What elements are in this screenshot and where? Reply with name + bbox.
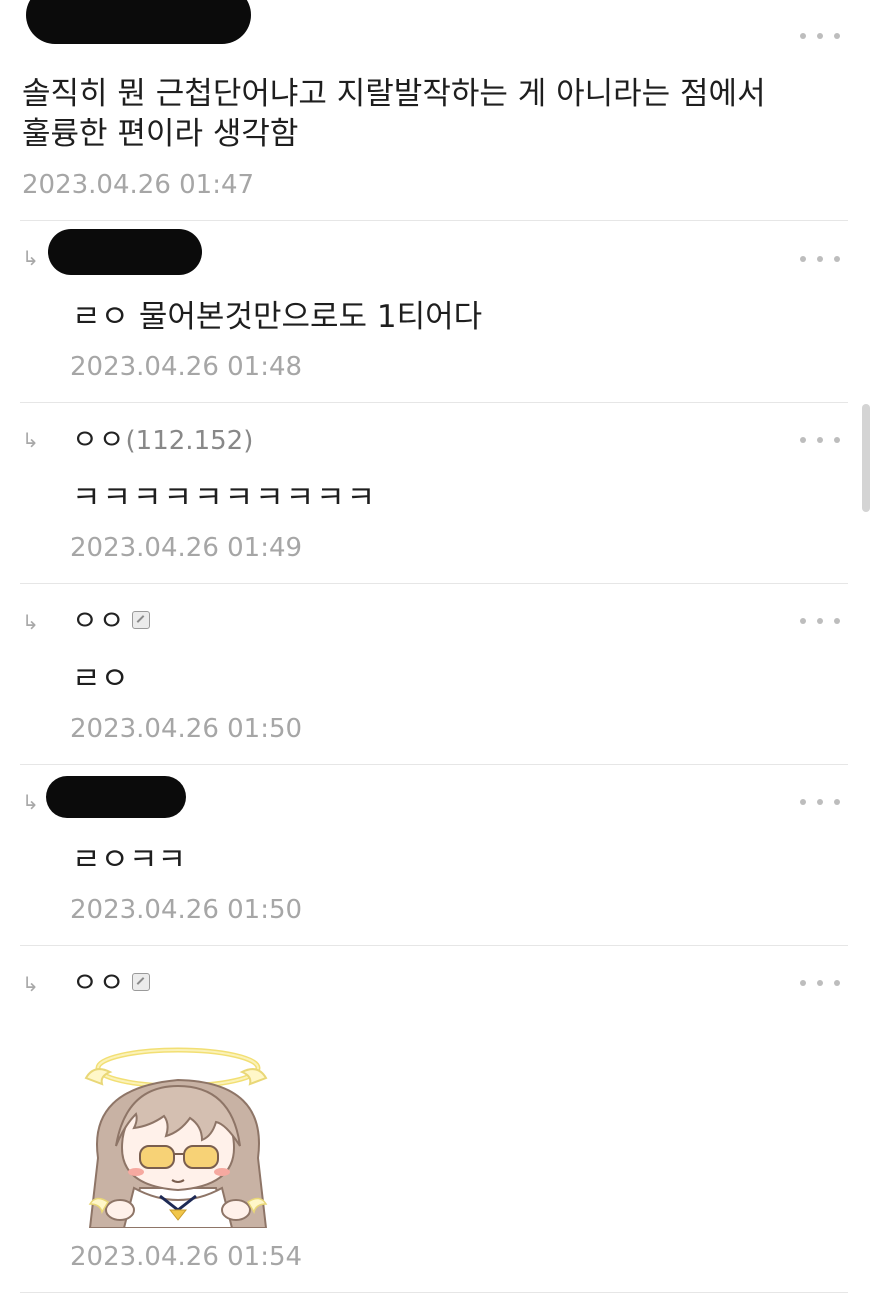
more-options-button[interactable]: [800, 794, 840, 810]
comment-timestamp: 2023.04.26 01:54: [70, 1242, 303, 1272]
comment-body: ㄹㅇ 물어본것만으로도 1티어다: [72, 299, 483, 335]
reply-arrow-icon: ↳: [22, 610, 39, 634]
author-nickname: ㅇㅇ: [72, 423, 126, 456]
divider: [20, 945, 848, 946]
comment-author[interactable]: ㅇㅇ(112.152): [72, 423, 254, 456]
comment-author[interactable]: ㅇㅇ: [72, 607, 150, 635]
reply-arrow-icon: ↳: [22, 246, 39, 270]
fixed-nick-icon: [131, 611, 150, 629]
divider: [20, 583, 848, 584]
reply-arrow-icon: ↳: [22, 428, 39, 452]
reply-arrow-icon: ↳: [22, 972, 39, 996]
halo-chibi-sticker: [84, 1047, 268, 1228]
comment-timestamp: 2023.04.26 01:48: [70, 352, 303, 382]
divider: [20, 220, 848, 221]
reply-arrow-icon: ↳: [22, 790, 39, 814]
comment-timestamp: 2023.04.26 01:49: [70, 533, 303, 563]
redacted-author: [26, 0, 251, 44]
comment-body-line: 훌륭한 편이라 생각함: [22, 116, 299, 152]
redacted-author: [48, 229, 202, 275]
scrollbar[interactable]: [862, 404, 870, 512]
comment-timestamp: 2023.04.26 01:50: [70, 714, 303, 744]
comment-body: ㄹㅇ: [72, 661, 130, 697]
author-ip: (112.152): [125, 426, 254, 456]
more-options-button[interactable]: [800, 975, 840, 991]
author-nickname: ㅇㅇ: [72, 966, 126, 999]
redacted-author: [46, 776, 186, 818]
more-options-button[interactable]: [800, 251, 840, 267]
more-options-button[interactable]: [800, 613, 840, 629]
comment-timestamp: 2023.04.26 01:47: [22, 170, 255, 200]
divider: [20, 764, 848, 765]
comment-body-line: 솔직히 뭔 근첩단어냐고 지랄발작하는 게 아니라는 점에서: [22, 76, 766, 112]
comment-timestamp: 2023.04.26 01:50: [70, 895, 303, 925]
comment-body: ㄹㅇㅋㅋ: [72, 842, 187, 878]
author-nickname: ㅇㅇ: [72, 604, 126, 637]
comment-author[interactable]: ㅇㅇ: [72, 969, 150, 997]
fixed-nick-icon: [131, 973, 150, 991]
more-options-button[interactable]: [800, 28, 840, 44]
divider: [20, 402, 848, 403]
more-options-button[interactable]: [800, 432, 840, 448]
comment-body: ㅋㅋㅋㅋㅋㅋㅋㅋㅋㅋ: [72, 480, 378, 516]
divider: [20, 1292, 848, 1293]
